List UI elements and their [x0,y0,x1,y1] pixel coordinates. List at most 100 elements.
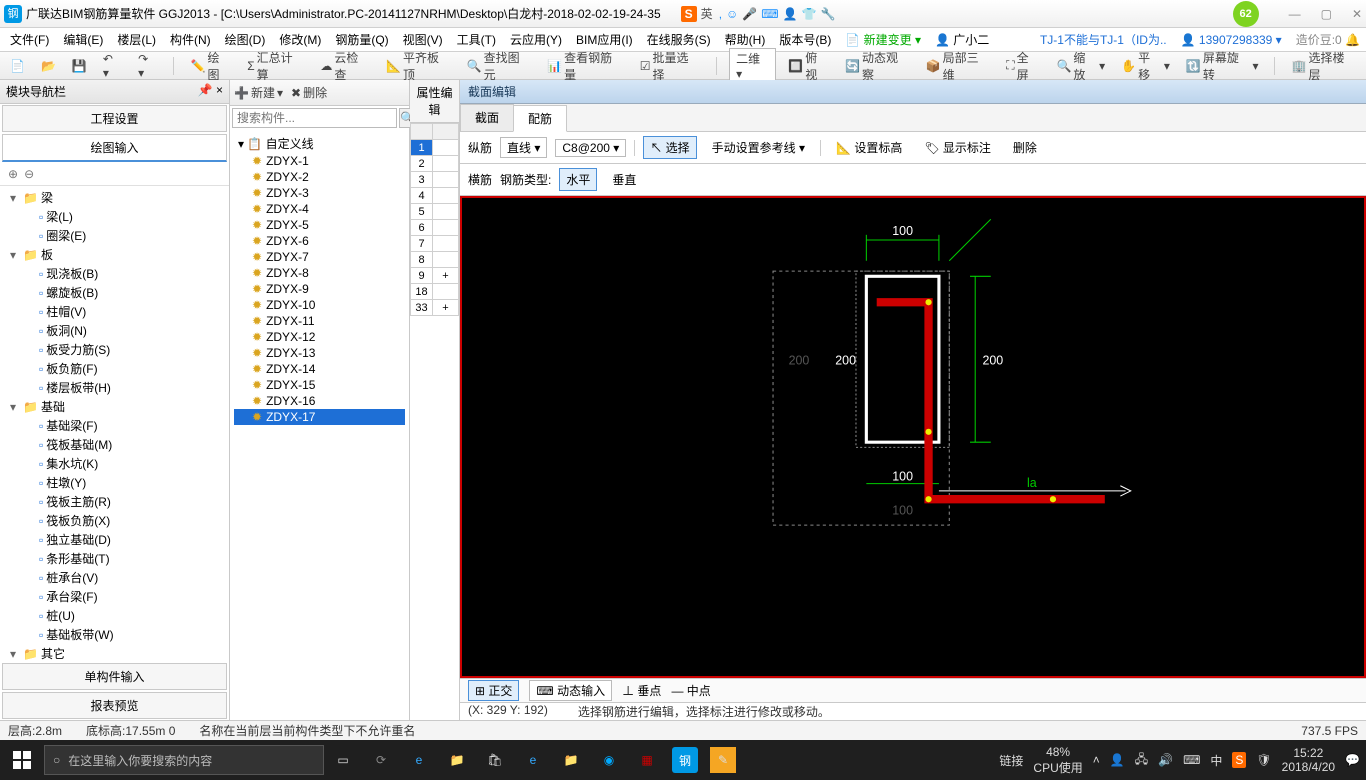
tree-group[interactable]: ▾📁 板 [4,245,225,264]
tree-group[interactable]: ▾📁 其它 [4,644,225,662]
prop-row[interactable]: 3 [411,172,459,188]
tree-item[interactable]: ▫ 柱帽(V) [4,302,225,321]
tray-shield-icon[interactable]: 🛡 [1256,753,1271,767]
top-view-button[interactable]: 🔲 俯视 [784,47,833,85]
prop-row[interactable]: 7 [411,236,459,252]
tree-item[interactable]: ▫ 梁(L) [4,207,225,226]
window-controls[interactable]: — ▢ ✕ [1289,7,1362,21]
tree-item[interactable]: ▫ 桩承台(V) [4,568,225,587]
project-settings-button[interactable]: 工程设置 [2,105,227,132]
single-component-button[interactable]: 单构件输入 [2,663,227,690]
local-3d-button[interactable]: 📦 局部三维 [922,47,995,85]
drawing-canvas[interactable]: 100 200 200 200 100 100 la [460,196,1366,678]
taskbar-edge[interactable]: e [406,747,432,773]
tree-group[interactable]: ▾📁 基础 [4,397,225,416]
delete-component-button[interactable]: ✖ 删除 [291,84,327,101]
tree-item[interactable]: ▫ 现浇板(B) [4,264,225,283]
ortho-button[interactable]: ⊞ 正交 [468,680,519,701]
minimize-icon[interactable]: — [1289,7,1301,21]
dynamic-input-button[interactable]: ⌨ 动态输入 [529,680,612,701]
list-item[interactable]: ✹ZDYX-8 [234,265,405,281]
tree-item[interactable]: ▫ 桩(U) [4,606,225,625]
list-item[interactable]: ✹ZDYX-13 [234,345,405,361]
perp-snap-toggle[interactable]: ⊥ 垂点 [622,682,661,699]
taskbar-folder[interactable]: 📁 [444,747,470,773]
tree-item[interactable]: ▫ 基础板带(W) [4,625,225,644]
tj-message[interactable]: TJ-1不能与TJ-1（ID为.. [1040,31,1167,48]
sum-button[interactable]: Σ 汇总计算 [243,47,308,85]
tray-cpu[interactable]: 48% CPU使用 [1033,745,1082,776]
search-input[interactable] [232,108,397,128]
taskbar-ggj[interactable]: 钢 [672,747,698,773]
find-element-button[interactable]: 🔍 查找图元 [463,47,536,85]
tab-reinforcement[interactable]: 配筋 [513,105,567,132]
tree-item[interactable]: ▫ 独立基础(D) [4,530,225,549]
prop-row[interactable]: 5 [411,204,459,220]
save-button[interactable]: 💾 [68,57,91,75]
close-icon[interactable]: ✕ [1352,7,1362,21]
redo-button[interactable]: ↷ ▾ [134,50,161,82]
list-root[interactable]: ▾ 📋 自定义线 [234,134,405,153]
new-component-button[interactable]: ➕ 新建 ▾ [234,84,283,101]
cloud-check-button[interactable]: ☁ 云检查 [316,47,374,85]
list-item[interactable]: ✹ZDYX-6 [234,233,405,249]
dimension-select[interactable]: 二维 ▾ [729,48,776,83]
expand-icon[interactable]: ⊕ [8,167,18,181]
prop-row[interactable]: 2 [411,156,459,172]
taskbar-app-1[interactable]: ⟳ [368,747,394,773]
list-item[interactable]: ✹ZDYX-1 [234,153,405,169]
set-elevation-button[interactable]: 📐 设置标高 [829,136,909,159]
prop-row[interactable]: 8 [411,252,459,268]
report-preview-button[interactable]: 报表预览 [2,692,227,719]
list-item[interactable]: ✹ZDYX-12 [234,329,405,345]
list-item[interactable]: ✹ZDYX-9 [234,281,405,297]
tree-item[interactable]: ▫ 板受力筋(S) [4,340,225,359]
ime-sogou-icon[interactable]: S [681,6,697,22]
taskbar-app-red[interactable]: ▦ [634,747,660,773]
show-annotation-button[interactable]: 🏷 显示标注 [917,136,998,159]
list-item[interactable]: ✹ZDYX-2 [234,169,405,185]
orbit-button[interactable]: 🔄 动态观察 [841,47,914,85]
tray-clock[interactable]: 15:222018/4/20 [1282,746,1335,775]
tree-item[interactable]: ▫ 板洞(N) [4,321,225,340]
tree-item[interactable]: ▫ 圈梁(E) [4,226,225,245]
price-bean[interactable]: 造价豆:0 🔔 [1296,31,1360,48]
list-item[interactable]: ✹ZDYX-16 [234,393,405,409]
panel-pin-icon[interactable]: 📌 × [198,83,223,100]
user-id[interactable]: 👤 13907298339 ▾ [1181,33,1282,47]
mid-snap-toggle[interactable]: — 中点 [671,682,710,699]
maximize-icon[interactable]: ▢ [1321,7,1332,21]
list-item[interactable]: ✹ZDYX-15 [234,377,405,393]
select-tool-button[interactable]: ↖ 选择 [643,136,696,159]
qc-badge[interactable]: 62 [1233,1,1259,27]
vertical-button[interactable]: 垂直 [605,168,643,191]
delete-rebar-button[interactable]: 删除 [1006,136,1044,159]
taskbar-app-blue[interactable]: ◉ [596,747,622,773]
tree-item[interactable]: ▫ 条形基础(T) [4,549,225,568]
list-item[interactable]: ✹ZDYX-4 [234,201,405,217]
new-file-button[interactable]: 📄 [6,57,29,75]
property-grid[interactable]: 123456789+1833+ [410,123,459,316]
flat-top-button[interactable]: 📐 平齐板顶 [382,47,455,85]
task-view-icon[interactable]: ▭ [330,747,356,773]
tray-ime-icon[interactable]: ⌨ [1183,753,1200,767]
collapse-icon[interactable]: ⊖ [24,167,34,181]
batch-select-button[interactable]: ☑ 批量选择 [636,47,704,85]
menu-edit[interactable]: 编辑(E) [59,29,107,50]
tree-group[interactable]: ▾📁 梁 [4,188,225,207]
tree-item[interactable]: ▫ 楼层板带(H) [4,378,225,397]
list-item[interactable]: ✹ZDYX-5 [234,217,405,233]
tree-item[interactable]: ▫ 承台梁(F) [4,587,225,606]
taskbar-store[interactable]: 🛍 [482,747,508,773]
draw-input-button[interactable]: 绘图输入 [2,134,227,162]
tree-item[interactable]: ▫ 柱墩(Y) [4,473,225,492]
taskbar-search[interactable]: ○在这里输入你要搜索的内容 [44,745,324,775]
tree-item[interactable]: ▫ 螺旋板(B) [4,283,225,302]
tray-network-icon[interactable]: 🖧 [1135,750,1148,771]
tray-sogou-icon[interactable]: S [1232,752,1246,768]
taskbar-explorer[interactable]: 📁 [558,747,584,773]
tray-notification-icon[interactable]: 💬 [1345,753,1360,767]
tree-item[interactable]: ▫ 集水坑(K) [4,454,225,473]
tab-section[interactable]: 截面 [460,104,514,131]
open-button[interactable]: 📂 [37,57,60,75]
